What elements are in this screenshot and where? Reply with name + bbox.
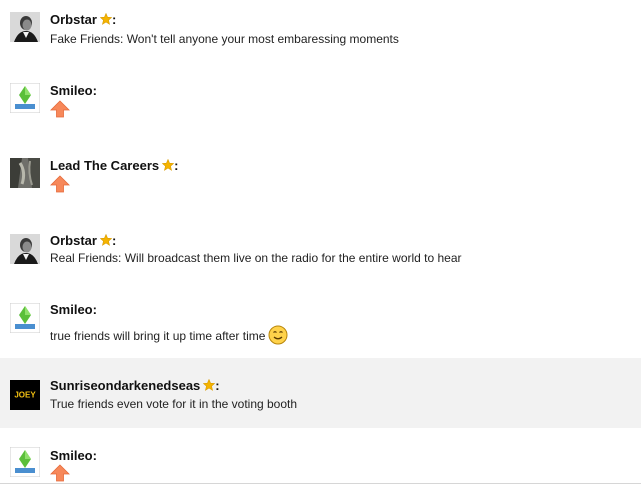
author-line: Smileo: xyxy=(50,302,97,318)
author-colon: : xyxy=(92,448,97,463)
sims-logo-icon xyxy=(10,447,40,477)
star-icon xyxy=(203,379,216,391)
divider xyxy=(0,483,641,484)
author-name[interactable]: Orbstar xyxy=(50,233,97,248)
author-colon: : xyxy=(111,233,117,248)
avatar[interactable] xyxy=(10,12,40,42)
author-colon: : xyxy=(215,378,220,393)
avatar[interactable] xyxy=(10,447,40,477)
avatar[interactable] xyxy=(10,303,40,333)
sims-logo-icon xyxy=(10,303,40,333)
message-text: True friends even vote for it in the vot… xyxy=(50,397,298,411)
rock-texture-icon xyxy=(10,158,40,188)
message-line: true friends will bring it up time after… xyxy=(50,325,288,345)
chat-post: Orbstar: Fake Friends: Won't tell anyone… xyxy=(0,0,641,60)
joey-logo-icon: JOEY xyxy=(10,380,40,410)
star-icon xyxy=(99,234,112,246)
author-name[interactable]: Orbstar xyxy=(50,12,97,27)
sims-logo-icon xyxy=(10,83,40,113)
chat-thread: Orbstar: Fake Friends: Won't tell anyone… xyxy=(0,0,641,485)
author-name[interactable]: Smileo xyxy=(50,83,93,98)
author-colon: : xyxy=(92,83,97,98)
upvote-arrow-icon[interactable] xyxy=(50,175,70,193)
author-line: Smileo: xyxy=(50,83,97,99)
man-portrait-icon xyxy=(10,234,40,264)
avatar-logo-text: JOEY xyxy=(14,391,36,400)
star-icon xyxy=(99,13,112,25)
author-name[interactable]: Smileo xyxy=(50,302,93,317)
author-colon: : xyxy=(174,158,179,173)
upvote-arrow-icon[interactable] xyxy=(50,464,70,482)
avatar[interactable]: JOEY xyxy=(10,380,40,410)
avatar[interactable] xyxy=(10,234,40,264)
chat-post: Orbstar: Real Friends: Will broadcast th… xyxy=(0,222,641,282)
message-text: true friends will bring it up time after… xyxy=(50,329,266,343)
author-name[interactable]: Lead The Careers xyxy=(50,158,159,173)
author-name[interactable]: Sunriseondarkenedseas xyxy=(50,378,200,393)
author-colon: : xyxy=(92,302,97,317)
message-text: Fake Friends: Won't tell anyone your mos… xyxy=(50,32,399,46)
author-line: Sunriseondarkenedseas: xyxy=(50,378,220,394)
author-line: Lead The Careers: xyxy=(50,158,178,174)
avatar[interactable] xyxy=(10,83,40,113)
grin-smiley-icon xyxy=(268,325,288,345)
chat-post: Smileo: xyxy=(0,70,641,130)
avatar[interactable] xyxy=(10,158,40,188)
chat-post: Smileo: true friends will bring it up ti… xyxy=(0,292,641,350)
author-line: Orbstar: xyxy=(50,12,116,28)
chat-post: Smileo: xyxy=(0,436,641,483)
author-line: Smileo: xyxy=(50,448,97,464)
author-colon: : xyxy=(111,12,117,27)
chat-post: Lead The Careers: xyxy=(0,145,641,205)
author-name[interactable]: Smileo xyxy=(50,448,93,463)
star-icon xyxy=(162,159,175,171)
message-text: Real Friends: Will broadcast them live o… xyxy=(50,251,462,265)
man-portrait-icon xyxy=(10,12,40,42)
upvote-arrow-icon[interactable] xyxy=(50,100,70,118)
author-line: Orbstar: xyxy=(50,233,116,249)
chat-post: JOEY Sunriseondarkenedseas: True friends… xyxy=(0,358,641,428)
